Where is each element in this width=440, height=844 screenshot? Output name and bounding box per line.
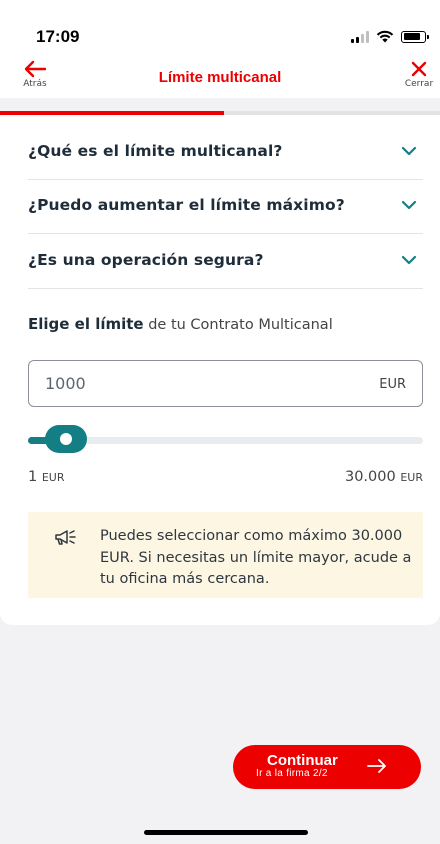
continue-sublabel: Ir a la firma 2/2 bbox=[256, 768, 328, 779]
signal-icon bbox=[351, 30, 369, 43]
close-icon bbox=[411, 61, 427, 77]
status-icons bbox=[351, 30, 429, 43]
wifi-icon bbox=[376, 30, 394, 43]
arrow-right-icon bbox=[367, 759, 386, 773]
battery-icon bbox=[401, 30, 429, 43]
continue-button[interactable]: Continuar Ir a la firma 2/2 bbox=[233, 745, 421, 789]
min-unit: EUR bbox=[41, 471, 65, 484]
amount-currency: EUR bbox=[379, 377, 406, 392]
chevron-down-icon bbox=[401, 146, 417, 156]
status-time: 17:09 bbox=[36, 27, 80, 46]
slider-max-label: 30.000 EUR bbox=[345, 469, 423, 485]
limit-prompt: Elige el límite de tu Contrato Multicana… bbox=[28, 315, 333, 333]
slider-min-label: 1 EUR bbox=[28, 469, 65, 485]
megaphone-icon bbox=[55, 530, 76, 545]
info-notice: Puedes seleccionar como máximo 30.000 EU… bbox=[28, 512, 423, 598]
limit-slider[interactable] bbox=[28, 425, 423, 453]
max-value: 30.000 bbox=[344, 469, 396, 485]
notice-text: Puedes seleccionar como máximo 30.000 EU… bbox=[100, 528, 412, 587]
limit-amount-input[interactable]: 1000 EUR bbox=[28, 360, 423, 407]
faq-item-increase-limit[interactable]: ¿Puedo aumentar el límite máximo? bbox=[28, 180, 423, 234]
amount-value: 1000 bbox=[45, 374, 86, 393]
chevron-down-icon bbox=[401, 255, 417, 265]
slider-track bbox=[28, 437, 423, 444]
faq-question: ¿Qué es el límite multicanal? bbox=[28, 142, 283, 160]
max-unit: EUR bbox=[400, 471, 423, 484]
status-bar: 17:09 bbox=[0, 0, 440, 56]
limit-prompt-bold: Elige el límite bbox=[28, 315, 144, 333]
faq-item-what-is[interactable]: ¿Qué es el límite multicanal? bbox=[28, 126, 423, 180]
faq-item-is-secure[interactable]: ¿Es una operación segura? bbox=[28, 235, 423, 289]
continue-label: Continuar bbox=[267, 752, 338, 769]
close-label: Cerrar bbox=[404, 79, 434, 89]
faq-question: ¿Puedo aumentar el límite máximo? bbox=[28, 196, 345, 214]
close-button[interactable]: Cerrar bbox=[402, 60, 436, 89]
faq-question: ¿Es una operación segura? bbox=[28, 251, 264, 269]
limit-prompt-rest: de tu Contrato Multicanal bbox=[143, 317, 333, 333]
main-card: ¿Qué es el límite multicanal? ¿Puedo aum… bbox=[0, 115, 440, 625]
home-indicator bbox=[144, 830, 308, 835]
min-value: 1 bbox=[28, 469, 38, 485]
page-title: Límite multicanal bbox=[158, 69, 282, 86]
nav-bar: Atrás Límite multicanal Cerrar bbox=[0, 56, 440, 98]
chevron-down-icon bbox=[401, 200, 417, 210]
slider-thumb[interactable] bbox=[45, 425, 87, 453]
